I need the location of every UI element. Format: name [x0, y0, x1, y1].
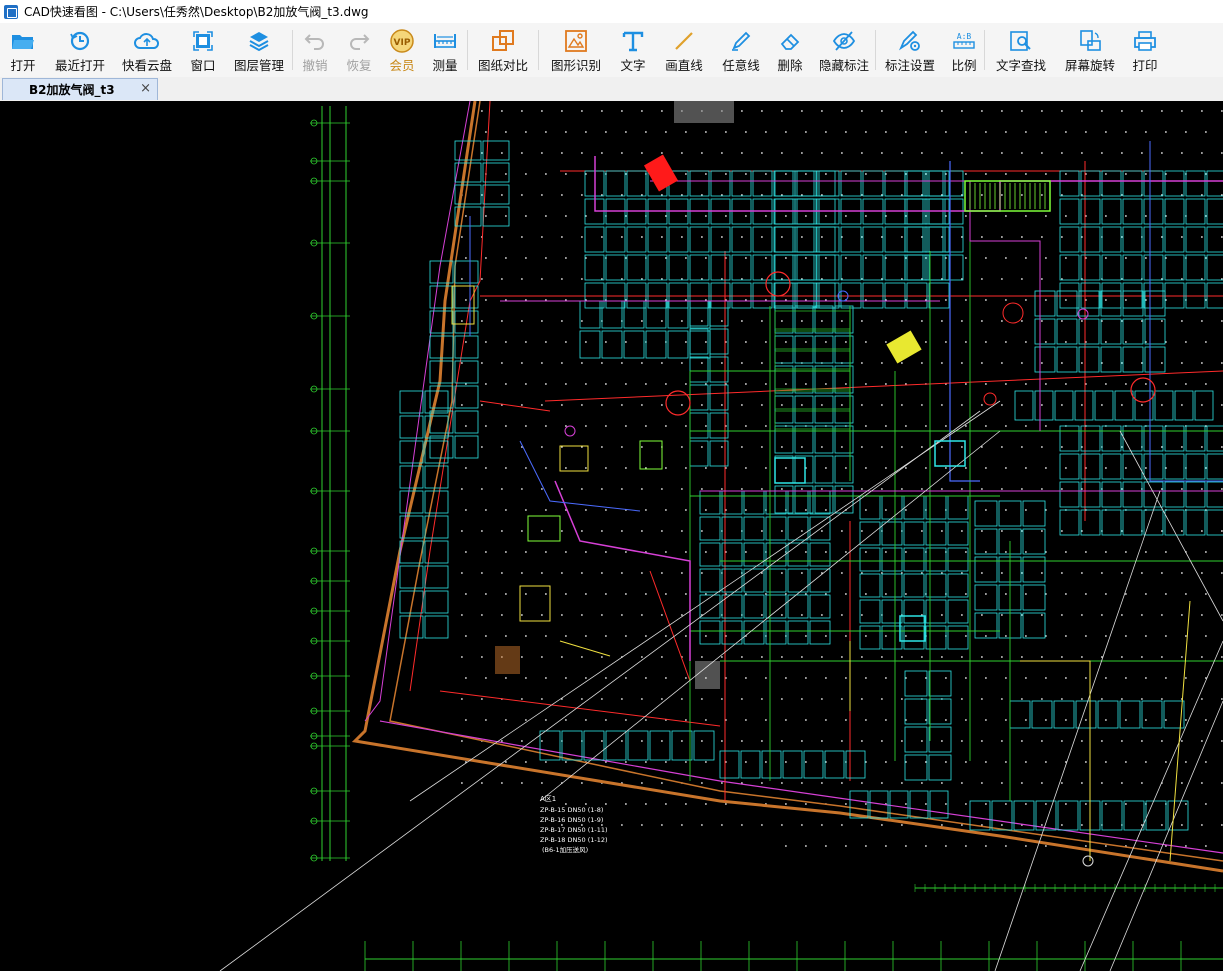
- red-grid-lines: [439, 161, 1223, 801]
- shape-recognize-icon: [563, 29, 589, 53]
- annotation-title: A区1: [540, 795, 556, 803]
- cad-drawing: A区1 ZP-B-15 DN50 (1-8) ZP-B-16 DN50 (1-9…: [219, 101, 1223, 971]
- annotation-line: (B6-1加压送风): [542, 845, 588, 854]
- eraser-icon: [777, 29, 803, 53]
- freehand-line-button[interactable]: 任意线: [715, 23, 767, 77]
- close-icon[interactable]: ×: [140, 81, 151, 96]
- annotation-line: ZP-B-18 DN50 (1-12): [540, 836, 608, 844]
- svg-text:A:B: A:B: [957, 32, 972, 41]
- eye-hide-icon: [831, 29, 857, 53]
- recent-files-button[interactable]: 最近打开: [46, 23, 114, 77]
- cloud-icon: [134, 29, 160, 53]
- folder-open-icon: [10, 29, 36, 53]
- print-button[interactable]: 打印: [1123, 23, 1167, 77]
- compare-icon: [490, 29, 516, 53]
- line-icon: [671, 29, 697, 53]
- text-search-icon: [1008, 29, 1034, 53]
- scale-icon: A:B: [951, 29, 977, 53]
- text-icon: [620, 29, 646, 53]
- pipe-annotation-block: A区1 ZP-B-15 DN50 (1-8) ZP-B-16 DN50 (1-9…: [540, 795, 608, 854]
- ruler-icon: [432, 29, 458, 53]
- shape-recognition-button[interactable]: 图形识别: [539, 23, 613, 77]
- scale-button[interactable]: A:B 比例: [944, 23, 984, 77]
- window-title: CAD快速看图 - C:\Users\任秀然\Desktop\B2加放气阀_t3…: [24, 5, 369, 19]
- cloud-drive-button[interactable]: 快看云盘: [114, 23, 180, 77]
- text-search-button[interactable]: 文字查找: [985, 23, 1057, 77]
- blue-lines: [469, 141, 1223, 512]
- printer-icon: [1132, 29, 1158, 53]
- draw-line-button[interactable]: 画直线: [653, 23, 715, 77]
- measure-button[interactable]: 测量: [423, 23, 467, 77]
- undo-button[interactable]: 撤销: [293, 23, 337, 77]
- tab-label: B2加放气阀_t3: [29, 83, 115, 97]
- window-button[interactable]: 窗口: [180, 23, 226, 77]
- annotation-line: ZP-B-15 DN50 (1-8): [540, 806, 603, 814]
- open-button[interactable]: 打开: [0, 23, 46, 77]
- tab-b2-drawing[interactable]: B2加放气阀_t3 ×: [2, 78, 158, 100]
- magenta-pipes: [500, 156, 1223, 661]
- vip-badge-text: VIP: [394, 38, 411, 48]
- redo-icon: [346, 29, 372, 53]
- layers-icon: [246, 29, 272, 53]
- pen-icon: [728, 29, 754, 53]
- annotation-line: ZP-B-16 DN50 (1-9): [540, 816, 603, 824]
- annotation-settings-icon: [897, 29, 923, 53]
- vip-member-button[interactable]: VIP 会员: [381, 23, 423, 77]
- redo-button[interactable]: 恢复: [337, 23, 381, 77]
- layer-manager-button[interactable]: 图层管理: [226, 23, 292, 77]
- window-icon: [190, 29, 216, 53]
- vip-icon: VIP: [389, 29, 415, 53]
- bottom-grid-axis: [364, 884, 1223, 971]
- annotation-line: ZP-B-17 DN50 (1-11): [540, 826, 608, 834]
- left-grid-axis: [310, 106, 350, 862]
- parking-stalls: [399, 140, 1223, 831]
- rotate-screen-button[interactable]: 屏幕旋转: [1057, 23, 1123, 77]
- main-toolbar: 打开 最近打开 快看云盘 窗口 图层管理 撤销 恢复 VIP 会员 测量 图纸对…: [0, 23, 1223, 78]
- history-icon: [67, 29, 93, 53]
- app-logo-icon: [4, 4, 18, 19]
- title-bar: CAD快速看图 - C:\Users\任秀然\Desktop\B2加放气阀_t3…: [0, 0, 1223, 23]
- hide-annotations-button[interactable]: 隐藏标注: [813, 23, 875, 77]
- rotate-screen-icon: [1077, 29, 1103, 53]
- white-diagonal-lines: [219, 400, 1223, 971]
- cad-drawing-canvas[interactable]: A区1 ZP-B-15 DN50 (1-8) ZP-B-16 DN50 (1-9…: [0, 101, 1223, 971]
- delete-button[interactable]: 删除: [767, 23, 813, 77]
- drawing-compare-button[interactable]: 图纸对比: [468, 23, 538, 77]
- column-grid-dots: [461, 110, 1223, 847]
- annotation-settings-button[interactable]: 标注设置: [876, 23, 944, 77]
- document-tab-bar: B2加放气阀_t3 ×: [0, 77, 1223, 102]
- text-tool-button[interactable]: 文字: [613, 23, 653, 77]
- undo-icon: [302, 29, 328, 53]
